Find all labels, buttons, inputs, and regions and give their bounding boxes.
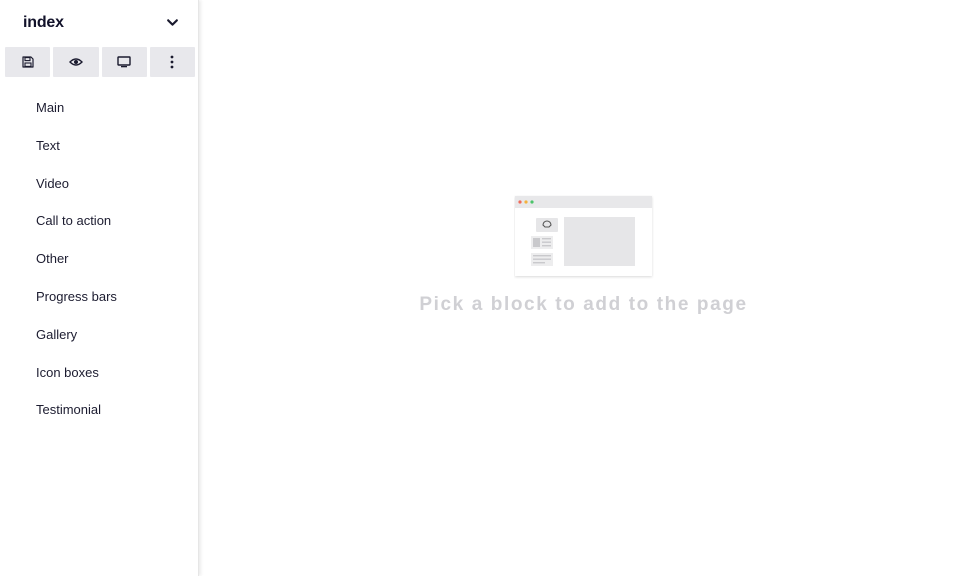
block-category-list: Main Text Video Call to action Other Pro…: [0, 89, 199, 429]
more-options-button[interactable]: [149, 47, 195, 77]
page-builder-app: index Main Text Video Call to action Oth…: [0, 0, 967, 576]
page-canvas: Pick a block to add to the page: [200, 0, 967, 576]
block-category-icon-boxes[interactable]: Icon boxes: [0, 354, 199, 392]
block-category-other[interactable]: Other: [0, 240, 199, 278]
floppy-disk-icon: [22, 56, 34, 68]
block-category-video[interactable]: Video: [0, 165, 199, 203]
blocks-sidebar: index Main Text Video Call to action Oth…: [0, 0, 199, 576]
page-select-value: index: [23, 14, 64, 31]
block-category-main[interactable]: Main: [0, 89, 199, 127]
save-button[interactable]: [5, 47, 51, 77]
block-category-progress-bars[interactable]: Progress bars: [0, 278, 199, 316]
block-category-gallery[interactable]: Gallery: [0, 316, 199, 354]
preview-button[interactable]: [53, 47, 99, 77]
vertical-ellipsis-icon: [170, 55, 174, 69]
sidebar-toolbar: [5, 47, 195, 77]
chevron-down-icon[interactable]: [166, 16, 179, 29]
block-category-testimonial[interactable]: Testimonial: [0, 391, 199, 429]
desktop-monitor-icon: [117, 56, 131, 68]
empty-state-message: Pick a block to add to the page: [419, 294, 748, 315]
eye-icon: [68, 58, 83, 66]
browser-window-illustration: [515, 196, 652, 276]
block-category-text[interactable]: Text: [0, 127, 199, 165]
block-category-call-to-action[interactable]: Call to action: [0, 202, 199, 240]
device-button[interactable]: [101, 47, 147, 77]
page-select[interactable]: index: [0, 0, 199, 46]
